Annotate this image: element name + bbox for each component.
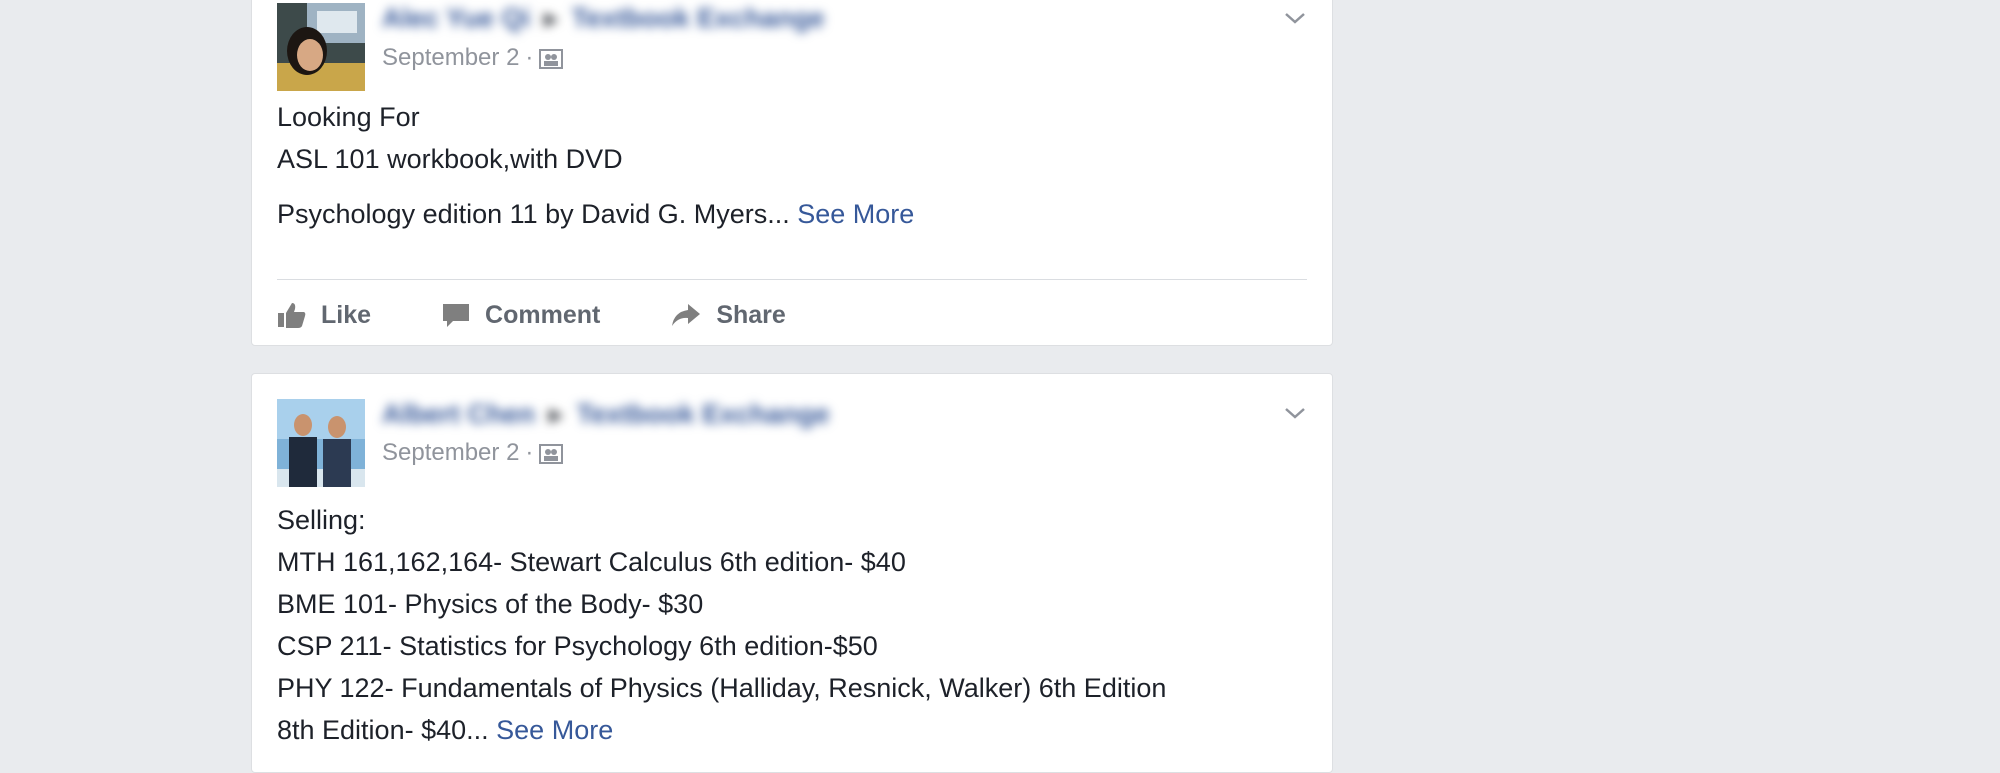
author-avatar[interactable] [277, 399, 365, 487]
feed-post: Alec Yue Qi ▸ Textbook Exchange September … [251, 0, 1333, 346]
feed-post: Albert Chen ▸ Textbook Exchange September … [251, 373, 1333, 773]
post-text-line: Looking For [277, 102, 420, 132]
chevron-down-icon[interactable] [1280, 7, 1310, 29]
post-text-line: Psychology edition 11 by David G. Myers.… [277, 199, 790, 229]
group-icon [539, 48, 564, 69]
post-author-line[interactable]: Alec Yue Qi ▸ Textbook Exchange [382, 3, 825, 37]
comment-button[interactable]: Comment [441, 301, 600, 330]
author-arrow-icon: ▸ [549, 399, 563, 429]
post-actions: Like Comment Share [277, 291, 856, 339]
post-date[interactable]: September 2 [382, 44, 519, 72]
post-author-line[interactable]: Albert Chen ▸ Textbook Exchange [382, 399, 830, 433]
post-text-line: MTH 161,162,164- Stewart Calculus 6th ed… [277, 547, 906, 577]
group-name[interactable]: Textbook Exchange [572, 3, 825, 33]
post-text-line: Selling: [277, 505, 366, 535]
see-more-link[interactable]: See More [797, 199, 914, 229]
like-label: Like [321, 300, 372, 329]
post-date[interactable]: September 2 [382, 439, 519, 467]
post-body: Looking For ASL 101 workbook,with DVD Ps… [277, 96, 1307, 235]
see-more-link[interactable]: See More [496, 715, 613, 745]
meta-separator: · [525, 439, 534, 466]
share-button[interactable]: Share [670, 300, 786, 330]
post-text-line: 8th Edition- $40... [277, 715, 489, 745]
post-text-line: ASL 101 workbook,with DVD [277, 144, 623, 174]
meta-separator: · [525, 44, 534, 71]
divider [277, 279, 1307, 280]
thumbs-up-icon [278, 303, 306, 328]
comment-label: Comment [485, 300, 601, 329]
post-text-line: BME 101- Physics of the Body- $30 [277, 589, 704, 619]
group-name[interactable]: Textbook Exchange [577, 399, 830, 429]
post-meta: September 2 · [382, 42, 564, 74]
author-name[interactable]: Albert Chen [382, 399, 535, 429]
post-meta: September 2 · [382, 437, 564, 469]
comment-icon [443, 304, 470, 327]
post-body: Selling: MTH 161,162,164- Stewart Calcul… [277, 499, 1307, 751]
share-icon [672, 304, 701, 326]
group-icon [539, 443, 564, 464]
like-button[interactable]: Like [277, 301, 371, 330]
chevron-down-icon[interactable] [1280, 402, 1310, 424]
author-arrow-icon: ▸ [544, 3, 558, 33]
author-name[interactable]: Alec Yue Qi [382, 3, 530, 33]
post-text-line: CSP 211- Statistics for Psychology 6th e… [277, 631, 878, 661]
share-label: Share [716, 300, 786, 329]
author-avatar[interactable] [277, 3, 365, 91]
post-text-line: PHY 122- Fundamentals of Physics (Hallid… [277, 673, 1167, 703]
